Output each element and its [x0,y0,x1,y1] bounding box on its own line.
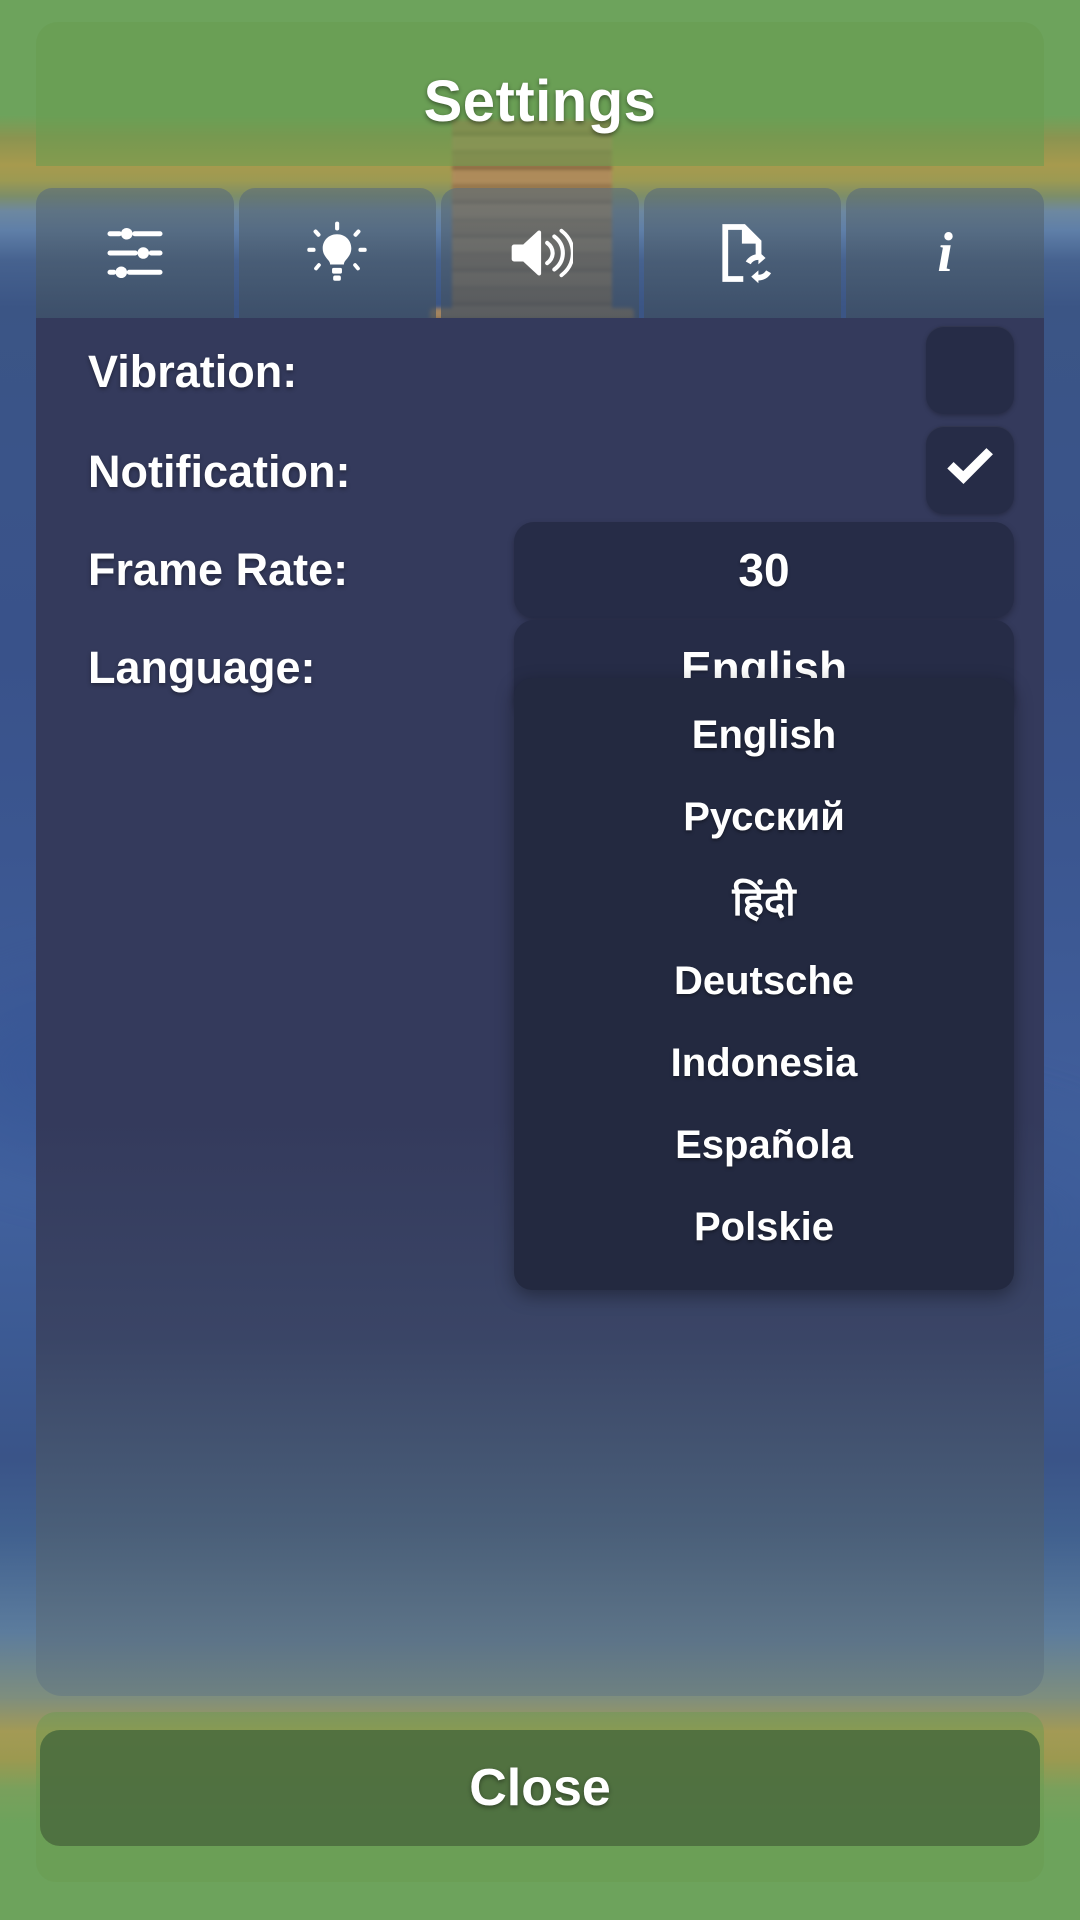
vibration-label: Vibration: [88,346,298,397]
setting-row-vibration: Vibration: [36,318,1044,418]
tab-info[interactable]: i [846,188,1044,318]
settings-panel: Vibration: Notification: Frame Rate: 30 [36,318,1044,1696]
page-title: Settings [423,69,657,134]
notification-label: Notification: [88,446,351,497]
footer-bar: Close [36,1712,1044,1882]
lightbulb-icon [304,220,370,286]
info-icon: i [937,222,953,284]
language-label: Language: [88,642,316,693]
language-option-hindi[interactable]: हिंदी [514,858,1014,940]
checkmark-icon [941,439,999,502]
language-option-german[interactable]: Deutsche [514,940,1014,1022]
settings-tabbar: i [36,188,1044,318]
sliders-icon [102,220,168,286]
tab-sound[interactable] [441,188,639,318]
language-option-russian[interactable]: Русский [514,776,1014,858]
tab-graphics[interactable] [238,188,437,318]
frame-rate-value[interactable]: 30 [514,522,1014,618]
close-button[interactable]: Close [40,1730,1040,1846]
window-titlebar: Settings [36,22,1044,166]
frame-rate-label: Frame Rate: [88,544,349,595]
tab-general[interactable] [36,188,234,318]
language-option-indonesian[interactable]: Indonesia [514,1022,1014,1104]
notification-checkbox[interactable] [926,426,1014,514]
settings-window: Settings i Vibration: Notification: Fram… [36,22,1044,1898]
vibration-checkbox[interactable] [926,326,1014,414]
setting-row-notification: Notification: [36,418,1044,518]
language-option-spanish[interactable]: Española [514,1104,1014,1186]
speaker-icon [507,220,573,286]
document-sync-icon [710,220,776,286]
frame-rate-value-text: 30 [738,544,790,596]
language-option-polish[interactable]: Polskie [514,1186,1014,1268]
setting-row-frame-rate: Frame Rate: 30 [36,518,1044,618]
language-dropdown[interactable]: English Русский हिंदी Deutsche Indonesia… [514,678,1014,1290]
close-button-label: Close [469,1759,611,1817]
language-option-english[interactable]: English [514,694,1014,776]
tab-data[interactable] [643,188,842,318]
